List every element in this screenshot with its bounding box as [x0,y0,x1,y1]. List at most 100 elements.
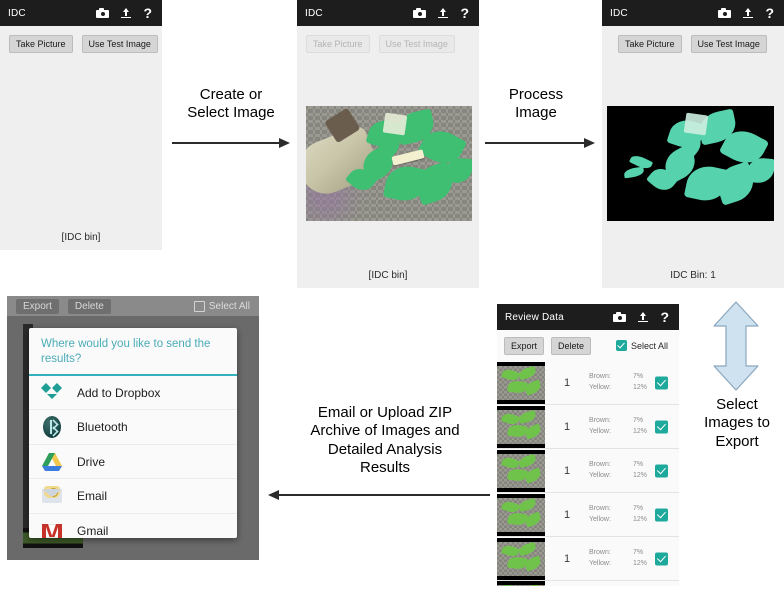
bluetooth-icon [41,416,63,439]
select-all-control[interactable]: Select All [615,337,672,355]
row-thumbnail[interactable] [497,537,545,580]
yellow-label: Yellow: [589,471,611,479]
help-icon[interactable]: ? [765,6,774,20]
dialog-option-label: Bluetooth [77,420,128,435]
flow-label-line3: Detailed Analysis [327,440,443,458]
appbar-title: IDC [610,7,628,19]
upload-icon[interactable] [637,311,649,323]
upload-icon[interactable] [742,7,754,19]
help-icon[interactable]: ? [460,6,469,20]
row-checkbox[interactable] [655,552,668,565]
dialog-option-gmail[interactable]: Gmail [29,514,237,538]
row-checkbox[interactable] [655,508,668,521]
appbar-actions: ? [613,310,671,324]
use-test-image-button[interactable]: Use Test Image [690,35,767,53]
table-row[interactable]: 1 Brown: Yellow: 7% 12% [497,361,679,405]
review-row-list: 1 Brown: Yellow: 7% 12% 1 Brown: Yellow:… [497,361,679,586]
row-thumbnail[interactable] [497,449,545,492]
camera-icon[interactable] [718,8,732,18]
select-all-control[interactable]: Select All [193,300,250,312]
row-count: 1 [563,420,571,433]
processed-plant-photo [607,106,774,221]
review-toolbar-dimmed: Export Delete Select All [7,296,259,316]
table-row[interactable]: 1 Brown: Yellow: 7% 12% [497,537,679,581]
row-stats: Brown: Yellow: 7% 12% [589,504,647,526]
row-count: 1 [563,464,571,477]
take-picture-button[interactable]: Take Picture [618,35,682,53]
idc-bin-status: IDC Bin: 1 [670,270,716,281]
export-button[interactable]: Export [16,298,59,314]
take-picture-button[interactable]: Take Picture [306,35,370,53]
delete-button[interactable]: Delete [551,337,592,355]
delete-button[interactable]: Delete [67,298,111,314]
select-all-checkbox[interactable] [615,340,627,352]
select-all-label: Select All [630,340,668,351]
table-row-partial[interactable] [497,581,679,586]
flow-label-line2: Archive of Images and [310,422,460,440]
select-all-label: Select All [208,300,250,312]
brown-value: 7% [633,372,644,380]
dropbox-icon [41,382,63,404]
appbar: Review Data ? [497,304,679,330]
brown-label: Brown: [589,460,611,468]
camera-icon[interactable] [613,312,627,322]
flow-label-line2: Image [515,104,557,122]
yellow-label: Yellow: [589,427,611,435]
table-row[interactable]: 1 Brown: Yellow: 7% 12% [497,493,679,537]
yellow-label: Yellow: [589,515,611,523]
take-picture-button[interactable]: Take Picture [9,35,73,53]
brown-label: Brown: [589,504,611,512]
dialog-option-bluetooth[interactable]: Bluetooth [29,410,237,445]
help-icon[interactable]: ? [143,6,152,20]
dialog-header: Where would you like to send the results… [29,328,237,376]
email-icon [41,485,63,507]
dialog-option-email[interactable]: Email [29,479,237,514]
help-icon[interactable]: ? [660,310,669,324]
dialog-prompt: Where would you like to send the results… [41,338,211,365]
row-thumbnail[interactable] [497,493,545,536]
row-thumbnail[interactable] [497,581,545,586]
row-stats: Brown: Yellow: 7% 12% [589,460,647,482]
export-destination-dialog: Where would you like to send the results… [29,328,237,538]
row-thumbnail[interactable] [497,405,545,448]
table-row[interactable]: 1 Brown: Yellow: 7% 12% [497,405,679,449]
upload-icon[interactable] [437,7,449,19]
flow-label-select-images: Select Images to Export [690,396,784,451]
dialog-option-label: Email [77,489,108,504]
review-toolbar: Export Delete Select All [497,330,679,361]
row-count: 1 [563,376,571,389]
flow-label-email-upload: Email or Upload ZIP Archive of Images an… [268,404,502,477]
row-count: 1 [563,508,571,521]
yellow-label: Yellow: [589,383,611,391]
table-row[interactable]: 1 Brown: Yellow: 7% 12% [497,449,679,493]
upload-icon[interactable] [120,7,132,19]
use-test-image-button[interactable]: Use Test Image [81,35,158,53]
arrow-process-image [485,138,595,148]
camera-icon[interactable] [413,8,427,18]
brown-label: Brown: [589,372,611,380]
dialog-option-dropbox[interactable]: Add to Dropbox [29,376,237,411]
phone-screen-review-data: Review Data ? Export Delete Select All 1… [497,304,679,586]
idc-bin-status: [IDC bin] [61,232,101,243]
row-stats: Brown: Yellow: 7% 12% [589,548,647,570]
arrow-select-images-to-export [706,300,766,392]
appbar-actions: ? [96,6,154,20]
flow-label-line2: Images to [704,414,770,432]
phone-screen-processed: IDC ? Take Picture Use Test Image IDC Bi… [602,0,784,288]
row-checkbox[interactable] [655,464,668,477]
row-checkbox[interactable] [655,376,668,389]
camera-icon[interactable] [96,8,110,18]
row-checkbox[interactable] [655,420,668,433]
dialog-option-drive[interactable]: Drive [29,445,237,480]
row-count: 1 [563,552,571,565]
row-thumbnail[interactable] [497,361,545,404]
gmail-icon [41,520,63,538]
appbar: IDC ? [0,0,162,26]
select-all-checkbox[interactable] [193,300,205,312]
brown-label: Brown: [589,416,611,424]
phone-screen-image-loaded: IDC ? Take Picture Use Test Image [IDC b… [297,0,479,288]
yellow-value: 12% [633,559,648,567]
google-drive-icon [41,451,63,473]
use-test-image-button[interactable]: Use Test Image [378,35,455,53]
export-button[interactable]: Export [504,337,545,355]
